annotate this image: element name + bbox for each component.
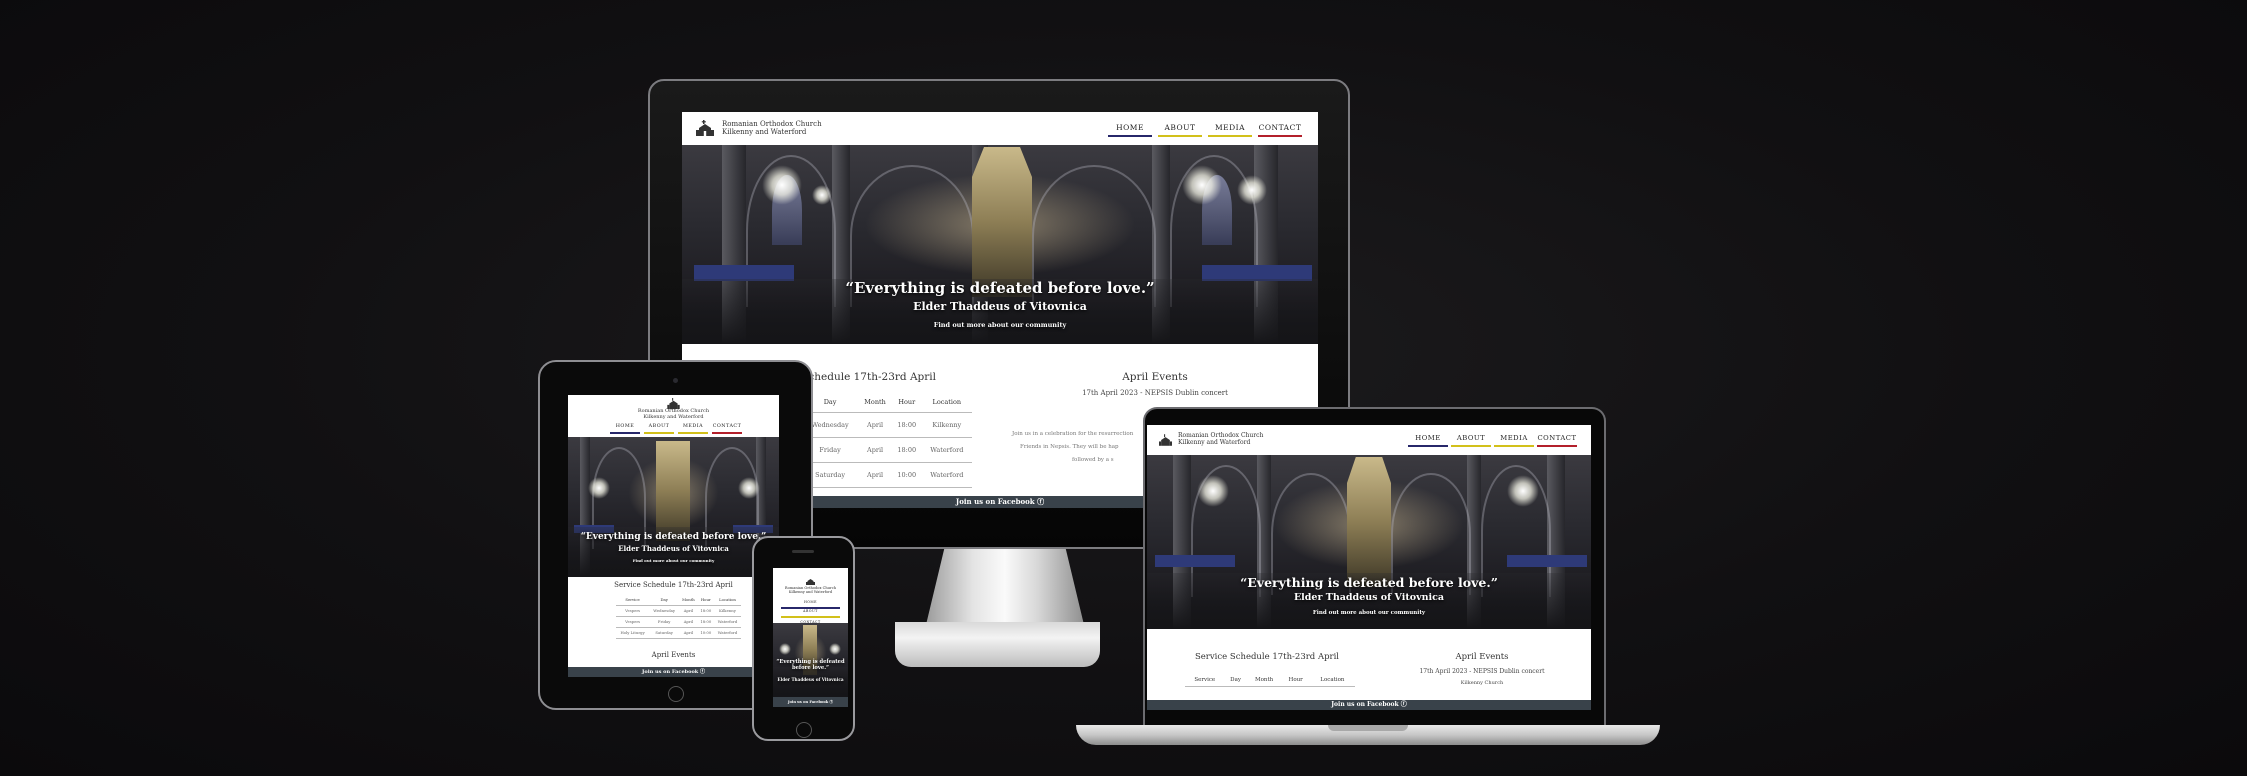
schedule-title: Service Schedule 17th-23rd April: [1194, 652, 1340, 662]
site-header: Romanian Orthodox Church Kilkenny and Wa…: [682, 112, 1318, 145]
brand-line2: Kilkenny and Waterford: [1178, 438, 1251, 446]
site-header: Romanian Orthodox Church Kilkenny and Wa…: [568, 395, 779, 437]
hero-author: Elder Thaddeus of Vitovnica: [777, 677, 844, 682]
brand-line2: Kilkenny and Waterford: [788, 590, 833, 595]
nav-media[interactable]: MEDIA: [1494, 434, 1534, 447]
church-icon: [696, 120, 714, 137]
event-headline: 17th April 2023 - NEPSIS Dublin concert: [1419, 668, 1545, 675]
col-location: Location: [921, 392, 972, 413]
nav-media[interactable]: MEDIA: [678, 424, 708, 434]
church-icon: [1159, 434, 1172, 446]
events-title: April Events: [651, 651, 696, 659]
hero-quote: “Everything is defeated before love.”: [1240, 575, 1498, 590]
nav-contact[interactable]: CONTACT: [712, 424, 742, 434]
event-headline: 17th April 2023 - NEPSIS Dublin concert: [1082, 389, 1228, 397]
schedule-table: Service Day Month Hour Location: [1185, 674, 1355, 687]
hero-quote-block: “Everything is defeated before love.” El…: [682, 279, 1318, 329]
hero-quote-block: “Everything is defeated before love.” El…: [1147, 575, 1591, 616]
col-month: Month: [858, 392, 892, 413]
facebook-footer-link[interactable]: Join us on Facebook ⓕ: [568, 667, 779, 677]
events-title: April Events: [1455, 652, 1509, 662]
nav-about[interactable]: ABOUT: [1158, 123, 1202, 137]
main-nav: HOME ABOUT MEDIA CONTACT: [610, 424, 742, 434]
nav-about[interactable]: ABOUT: [1451, 434, 1491, 447]
hero-image: “Everything is defeated before love.” El…: [682, 145, 1318, 344]
hero-quote: “Everything is defeated before love.”: [580, 532, 767, 542]
table-row: Friday April 18:00 Waterford: [802, 437, 972, 463]
hero-quote-block: “Everything is defeated before love.” El…: [568, 532, 779, 563]
events-title: April Events: [1122, 371, 1188, 383]
hero-quote-block: “Everything is defeated before love.” El…: [773, 659, 848, 682]
main-nav: HOME ABOUT MEDIA CONTACT: [1408, 434, 1577, 447]
nav-home[interactable]: HOME: [1408, 434, 1448, 447]
facebook-footer-link[interactable]: Join us on Facebook ⓕ: [773, 697, 848, 707]
tablet-home-button: [668, 686, 684, 702]
schedule-title: Service Schedule 17th-23rd April: [614, 581, 733, 589]
phone-speaker: [792, 550, 814, 553]
tablet-camera: [673, 378, 678, 383]
laptop-site: Romanian Orthodox Church Kilkenny and Wa…: [1147, 425, 1591, 710]
brand-line1: Romanian Orthodox Church: [722, 120, 822, 128]
table-row: Vespers Friday April 18:00 Waterford: [616, 616, 741, 628]
table-row: Wednesday April 18:00 Kilkenny: [802, 412, 972, 438]
imac-stand-base: [895, 622, 1100, 667]
laptop-notch: [1328, 725, 1408, 731]
tablet-site: Romanian Orthodox Church Kilkenny and Wa…: [568, 395, 779, 677]
table-row: Vespers Wednesday April 18:00 Kilkenny: [616, 605, 741, 617]
brand-line2: Kilkenny and Waterford: [722, 128, 807, 137]
table-row: Saturday April 10:00 Waterford: [802, 462, 972, 488]
church-icon: [806, 579, 815, 585]
imac-stand-neck: [925, 549, 1085, 629]
col-hour: Hour: [891, 392, 922, 413]
phone-home-button: [796, 722, 812, 738]
schedule-table: Day Month Hour Location Wednesday April 18:00…: [802, 392, 972, 488]
schedule-table: Service Day Month Hour Location Vespers Wedne…: [616, 595, 741, 639]
hero-quote: “Everything is defeated before love.”: [845, 279, 1155, 297]
nav-about[interactable]: ABOUT: [781, 609, 840, 618]
site-brand[interactable]: Romanian Orthodox Church Kilkenny and Wa…: [1159, 432, 1263, 447]
main-nav: HOME ABOUT MEDIA CONTACT: [1108, 123, 1302, 137]
site-header: Romanian Orthodox Church Kilkenny and Wa…: [773, 568, 848, 629]
site-header: Romanian Orthodox Church Kilkenny and Wa…: [1147, 425, 1591, 455]
hero-image: “Everything is defeated before love.” El…: [1147, 455, 1591, 629]
nav-home[interactable]: HOME: [1108, 123, 1152, 137]
event-place: Kilkenny Church: [1460, 680, 1504, 686]
hero-author: Elder Thaddeus of Vitovnica: [913, 300, 1087, 313]
phone-site: Romanian Orthodox Church Kilkenny and Wa…: [773, 568, 848, 707]
hero-community-link[interactable]: Find out more about our community: [1147, 610, 1591, 616]
nav-contact[interactable]: CONTACT: [1537, 434, 1577, 447]
hero-community-link[interactable]: Find out more about our community: [568, 558, 779, 563]
nav-about[interactable]: ABOUT: [644, 424, 674, 434]
site-brand[interactable]: Romanian Orthodox Church Kilkenny and Wa…: [696, 120, 822, 137]
nav-home[interactable]: HOME: [610, 424, 640, 434]
table-row: Holy Liturgy Saturday April 10:00 Waterford: [616, 627, 741, 639]
nav-contact[interactable]: CONTACT: [1258, 123, 1302, 137]
hero-image: “Everything is defeated before love.” El…: [568, 437, 779, 577]
nav-media[interactable]: MEDIA: [1208, 123, 1252, 137]
hero-author: Elder Thaddeus of Vitovnica: [1293, 592, 1445, 603]
brand-line2: Kilkenny and Waterford: [643, 413, 704, 420]
hero-author: Elder Thaddeus of Vitovnica: [618, 544, 729, 553]
hero-community-link[interactable]: Find out more about our community: [682, 321, 1318, 329]
hero-image: “Everything is defeated before love.” El…: [773, 623, 848, 697]
hero-quote: “Everything is defeated before love.”: [776, 659, 845, 671]
nav-home[interactable]: HOME: [781, 600, 840, 609]
facebook-footer-link[interactable]: Join us on Facebook ⓕ: [1147, 700, 1591, 710]
